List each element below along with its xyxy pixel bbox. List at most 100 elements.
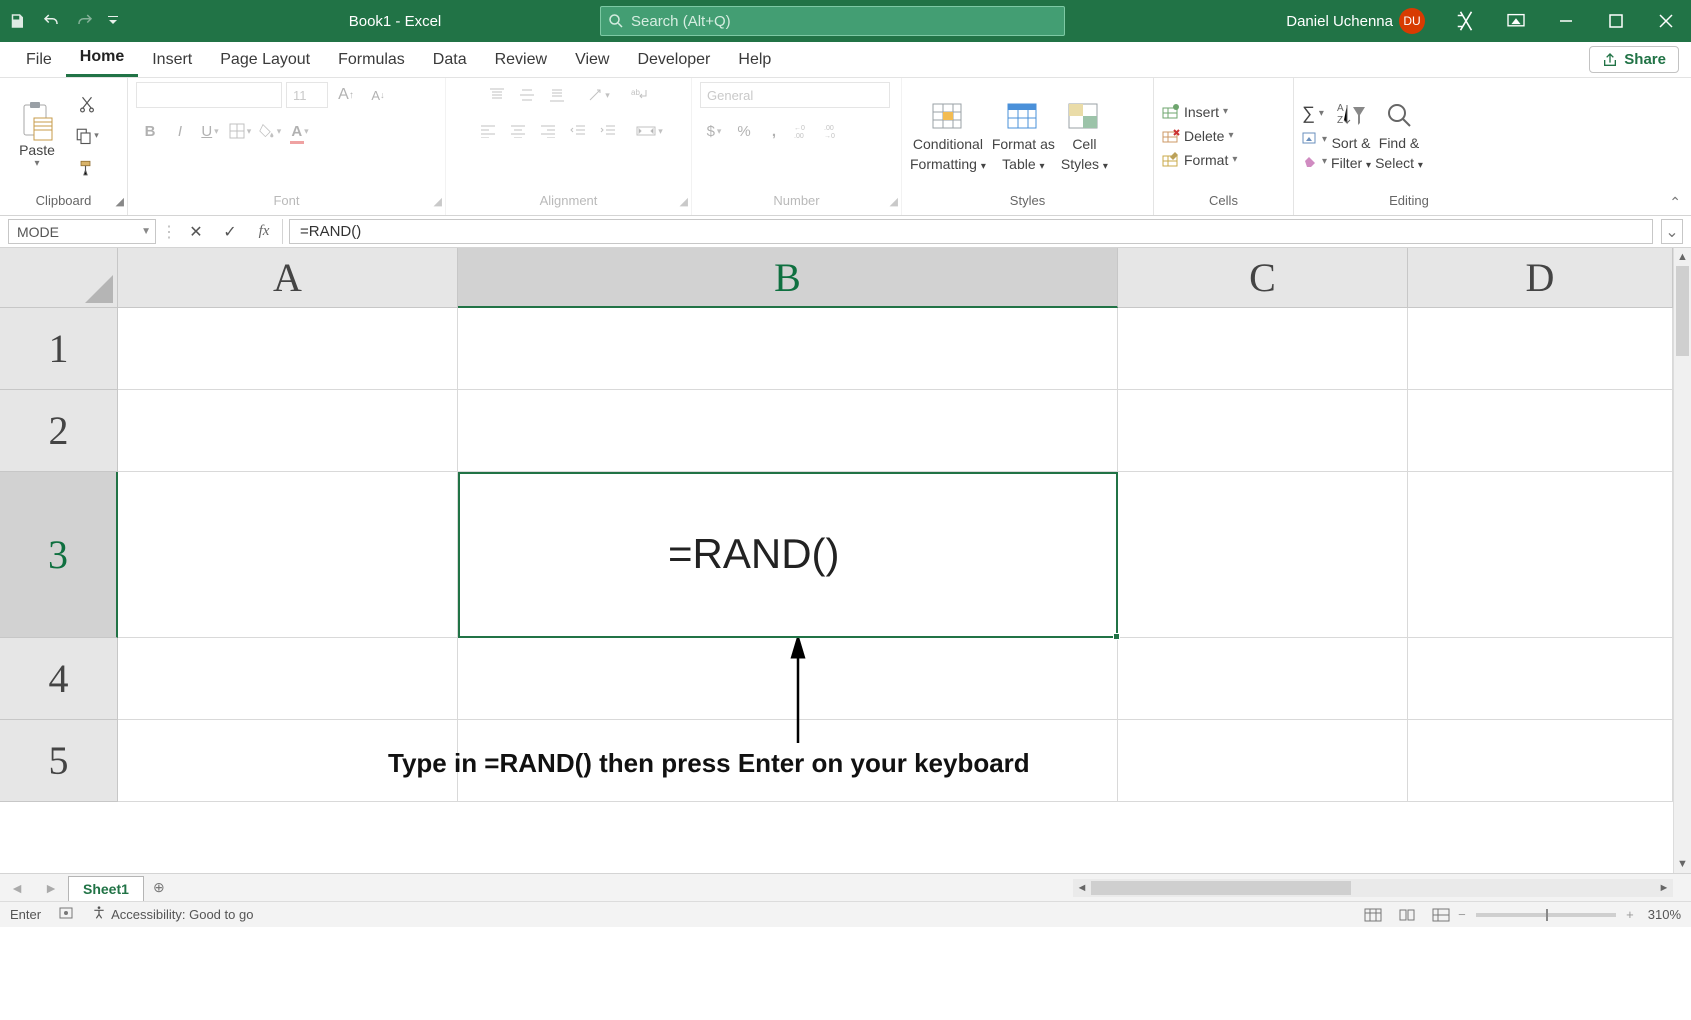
minimize-button[interactable] [1541,0,1591,42]
zoom-level[interactable]: 310% [1648,907,1681,922]
normal-view-button[interactable] [1358,905,1388,925]
search-box[interactable]: Search (Alt+Q) [600,6,1065,36]
cell-c2[interactable] [1118,390,1408,472]
user-avatar[interactable]: DU [1399,8,1425,34]
autosum-button[interactable]: ∑▾ [1302,103,1327,124]
page-layout-view-button[interactable] [1392,905,1422,925]
qat-undo-button[interactable] [34,0,68,42]
row-header-2[interactable]: 2 [0,390,118,472]
name-box[interactable]: MODE▼ [8,219,156,244]
align-right-button[interactable] [534,118,562,144]
macro-record-icon[interactable] [59,906,75,923]
horizontal-scrollbar[interactable]: ◄ ► [1073,879,1673,897]
increase-font-button[interactable]: A↑ [332,82,360,108]
conditional-formatting-button[interactable]: Conditional Formatting ▾ [910,100,986,172]
column-header-c[interactable]: C [1118,248,1408,308]
cell-c4[interactable] [1118,638,1408,720]
cell-d3[interactable] [1408,472,1673,638]
formula-input[interactable]: =RAND() [289,219,1653,244]
column-header-a[interactable]: A [118,248,458,308]
coming-soon-icon[interactable] [1441,0,1491,42]
decrease-decimal-button[interactable]: .00→0 [820,118,848,144]
cell-a4[interactable] [118,638,458,720]
close-button[interactable] [1641,0,1691,42]
cell-a3[interactable] [118,472,458,638]
orientation-button[interactable]: ▾ [585,82,613,108]
cell-d4[interactable] [1408,638,1673,720]
vertical-scrollbar[interactable]: ▲ ▼ [1673,248,1691,873]
increase-indent-button[interactable] [594,118,622,144]
worksheet-grid[interactable]: A B C D 1 2 3 4 5 =RAND() Type in =RAND(… [0,248,1691,873]
qat-customize-button[interactable] [102,0,124,42]
align-middle-button[interactable] [513,82,541,108]
tab-help[interactable]: Help [724,43,785,77]
increase-decimal-button[interactable]: ←0.00 [790,118,818,144]
sheet-nav-prev[interactable]: ◄ [0,880,34,896]
align-left-button[interactable] [474,118,502,144]
hscroll-thumb[interactable] [1091,881,1351,895]
cell-c3[interactable] [1118,472,1408,638]
column-header-d[interactable]: D [1408,248,1673,308]
ribbon-mode-button[interactable] [1491,0,1541,42]
row-header-1[interactable]: 1 [0,308,118,390]
decrease-indent-button[interactable] [564,118,592,144]
format-cells-button[interactable]: Format ▾ [1162,152,1237,168]
align-bottom-button[interactable] [543,82,571,108]
row-header-3[interactable]: 3 [0,472,118,638]
decrease-font-button[interactable]: A↓ [364,82,392,108]
tab-view[interactable]: View [561,43,623,77]
wrap-text-button[interactable]: ab [627,82,655,108]
accessibility-status[interactable]: Accessibility: Good to go [111,907,253,922]
font-color-button[interactable]: A▾ [286,118,314,144]
align-top-button[interactable] [483,82,511,108]
tab-formulas[interactable]: Formulas [324,43,419,77]
tab-page-layout[interactable]: Page Layout [206,43,324,77]
new-sheet-button[interactable]: ⊕ [144,879,174,896]
qat-redo-button[interactable] [68,0,102,42]
tab-data[interactable]: Data [419,43,481,77]
delete-cells-button[interactable]: Delete ▾ [1162,128,1237,144]
accessibility-icon[interactable] [91,905,107,924]
tab-home[interactable]: Home [66,40,138,77]
number-launcher[interactable]: ◢ [890,195,898,208]
vscroll-thumb[interactable] [1676,266,1689,356]
insert-function-button[interactable]: fx [252,220,276,244]
underline-button[interactable]: U▾ [196,118,224,144]
share-button[interactable]: Share [1589,46,1679,73]
tab-review[interactable]: Review [481,43,561,77]
format-painter-button[interactable] [72,155,102,181]
cell-c5[interactable] [1118,720,1408,802]
italic-button[interactable]: I [166,118,194,144]
cell-a2[interactable] [118,390,458,472]
scroll-down-button[interactable]: ▼ [1674,855,1691,873]
fill-button[interactable]: ▾ [1302,132,1327,146]
cell-c1[interactable] [1118,308,1408,390]
cell-d5[interactable] [1408,720,1673,802]
cell-d2[interactable] [1408,390,1673,472]
accounting-format-button[interactable]: $▾ [700,118,728,144]
tab-insert[interactable]: Insert [138,43,206,77]
font-launcher[interactable]: ◢ [434,195,442,208]
select-all-corner[interactable] [0,248,118,308]
font-size-combo[interactable]: 11 [286,82,328,108]
align-center-button[interactable] [504,118,532,144]
alignment-launcher[interactable]: ◢ [680,195,688,208]
cell-d1[interactable] [1408,308,1673,390]
percent-format-button[interactable]: % [730,118,758,144]
bold-button[interactable]: B [136,118,164,144]
comma-format-button[interactable]: , [760,118,788,144]
row-header-5[interactable]: 5 [0,720,118,802]
cell-b1[interactable] [458,308,1118,390]
collapse-ribbon-button[interactable]: ⌃ [1669,194,1681,211]
paste-button[interactable]: Paste ▾ [8,102,66,169]
format-as-table-button[interactable]: Format as Table ▾ [992,100,1055,172]
cancel-formula-button[interactable]: ✕ [184,220,208,244]
find-select-button[interactable]: Find & Select ▾ [1375,101,1423,171]
row-header-4[interactable]: 4 [0,638,118,720]
zoom-slider[interactable] [1476,913,1616,917]
cell-a1[interactable] [118,308,458,390]
clear-button[interactable]: ▾ [1302,154,1327,168]
qat-save-button[interactable] [0,0,34,42]
tab-developer[interactable]: Developer [623,43,724,77]
enter-formula-button[interactable]: ✓ [218,220,242,244]
